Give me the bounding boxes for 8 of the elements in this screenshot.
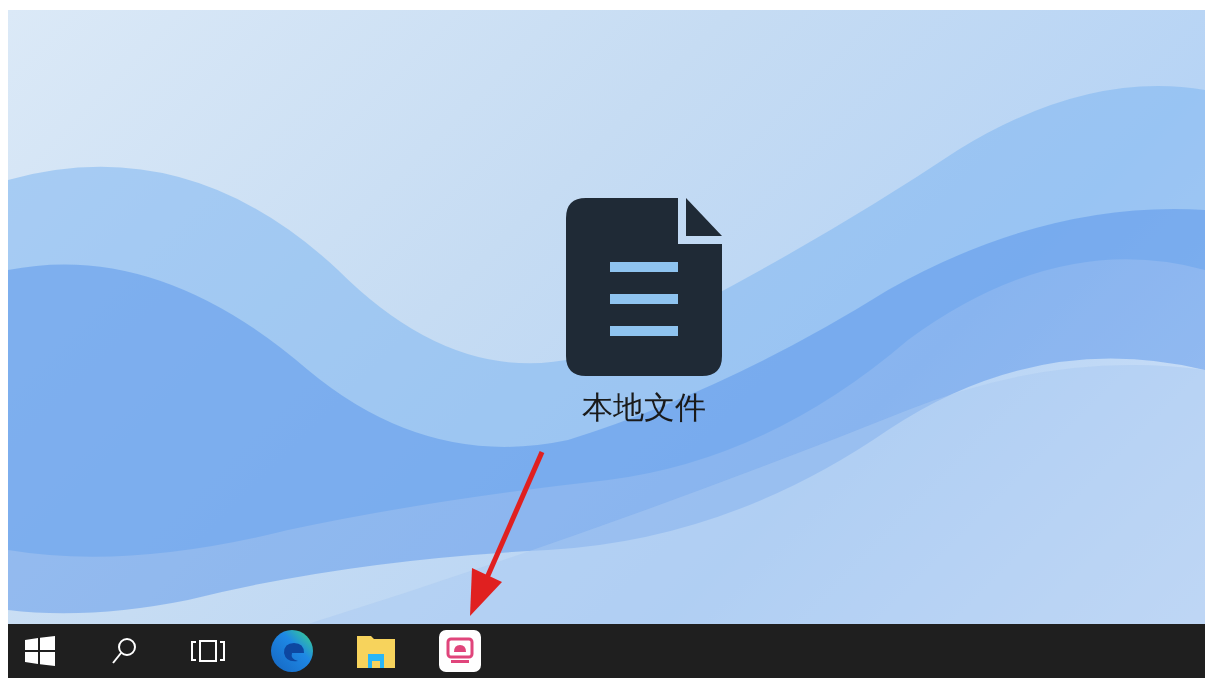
app-icon [439,630,481,672]
folder-icon [357,634,395,668]
document-icon [566,198,722,376]
task-view-icon [190,639,226,663]
search-icon [111,637,137,665]
browser-icon [270,629,314,673]
desktop-icon-label[interactable]: 本地文件 [582,390,706,426]
windows-logo-icon [25,636,55,666]
